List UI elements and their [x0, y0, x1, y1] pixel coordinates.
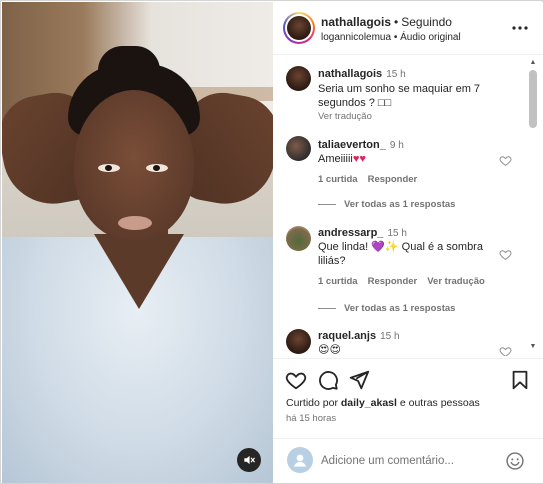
lips — [118, 216, 152, 230]
post-side-panel: nathallagois • Seguindo logannicolemua • Á… — [273, 2, 543, 483]
comment-icon[interactable] — [317, 369, 339, 391]
mute-icon — [244, 455, 255, 465]
comment-username[interactable]: raquel.anjs — [318, 330, 376, 342]
comment-time: 15 h — [380, 331, 400, 342]
comment-avatar[interactable] — [286, 329, 311, 354]
more-options-button[interactable] — [511, 19, 529, 37]
translate-button[interactable]: Ver tradução — [427, 276, 485, 287]
add-comment-bar — [273, 438, 543, 483]
left-eye — [98, 164, 120, 172]
caption-avatar[interactable] — [286, 66, 311, 91]
liked-user[interactable]: daily_akasl — [341, 397, 397, 409]
current-user-avatar — [287, 447, 313, 473]
comment-time: 15 h — [387, 228, 407, 239]
comment-likes[interactable]: 1 curtida — [318, 174, 358, 185]
share-icon[interactable] — [348, 369, 370, 391]
liked-suffix[interactable]: e outras pessoas — [400, 397, 480, 409]
emoji-icon[interactable] — [505, 451, 525, 471]
robe-collar — [94, 234, 184, 309]
comment-input[interactable] — [321, 451, 501, 471]
reply-button[interactable]: Responder — [368, 174, 418, 185]
author-line: nathallagois • Seguindo — [321, 15, 452, 29]
liked-prefix: Curtido por — [286, 397, 338, 409]
view-replies-button[interactable]: Ver todas as 1 respostas — [318, 199, 455, 210]
scroll-down-arrow[interactable]: ▼ — [529, 343, 537, 351]
post-modal: nathallagois • Seguindo logannicolemua • Á… — [0, 0, 543, 484]
caption-username[interactable]: nathallagois — [318, 68, 382, 80]
comment-text: 😍😍 — [318, 344, 341, 356]
author-username[interactable]: nathallagois — [321, 15, 391, 29]
more-icon — [512, 26, 528, 30]
like-comment-heart-icon[interactable] — [499, 345, 512, 356]
header-separator: • — [394, 15, 399, 29]
post-actions: Curtido por daily_akasl e outras pessoas… — [273, 358, 543, 438]
liked-by: Curtido por daily_akasl e outras pessoas — [286, 397, 480, 409]
comments-list[interactable]: nathallagois 15 h Seria um sonho se maqui… — [273, 56, 525, 356]
audio-link[interactable]: logannicolemua • Áudio original — [321, 32, 461, 43]
caption-text: Seria um sonho se maquiar em 7 segundos … — [318, 83, 481, 109]
comment-text: Que linda! 💜✨ Qual é a sombra liliás? — [318, 241, 483, 267]
comment-time: 9 h — [389, 140, 404, 151]
post-header: nathallagois • Seguindo logannicolemua • Á… — [273, 2, 543, 55]
user-icon — [294, 454, 306, 467]
reel-video[interactable] — [2, 2, 273, 483]
comment-text: Ameiiiii — [318, 153, 353, 165]
right-eye — [146, 164, 168, 172]
comment-avatar[interactable] — [286, 226, 311, 251]
mute-button[interactable] — [237, 448, 261, 472]
comment-username[interactable]: andressarp_ — [318, 227, 383, 239]
comments-scrollbar[interactable]: ▲ ▼ — [526, 56, 540, 356]
like-comment-heart-icon[interactable] — [499, 154, 512, 167]
heart-emoji: ♥♥ — [352, 153, 366, 165]
scroll-up-arrow[interactable]: ▲ — [529, 59, 537, 67]
like-comment-heart-icon[interactable] — [499, 248, 512, 261]
bookmark-icon[interactable] — [509, 369, 531, 391]
post-timestamp: há 15 horas — [286, 413, 337, 424]
hair-bun — [98, 46, 160, 82]
following-button[interactable]: Seguindo — [401, 15, 452, 29]
heart-icon[interactable] — [285, 369, 307, 391]
reply-button[interactable]: Responder — [368, 276, 418, 287]
caption-time: 15 h — [386, 69, 406, 80]
scroll-thumb[interactable] — [529, 70, 537, 128]
view-replies-button[interactable]: Ver todas as 1 respostas — [318, 303, 455, 314]
caption-translate[interactable]: Ver tradução — [318, 111, 372, 122]
comment-username[interactable]: taliaeverton_ — [318, 139, 386, 151]
comment-avatar[interactable] — [286, 136, 311, 161]
comment-likes[interactable]: 1 curtida — [318, 276, 358, 287]
author-avatar[interactable] — [283, 12, 315, 44]
